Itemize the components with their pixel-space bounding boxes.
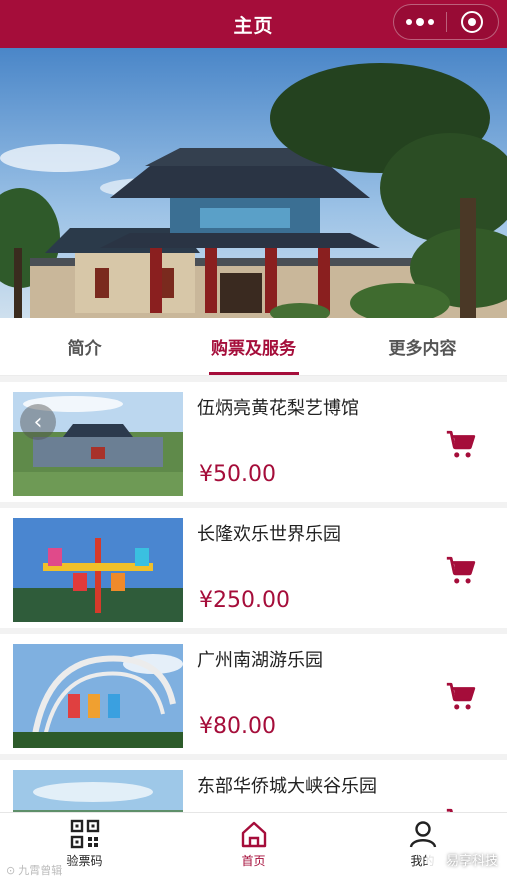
shopping-cart-icon[interactable] xyxy=(444,554,478,588)
tab-bar: 简介 购票及服务 更多内容 xyxy=(0,318,507,376)
more-dots-icon xyxy=(405,18,434,26)
tab-more-content[interactable]: 更多内容 xyxy=(338,318,507,375)
more-button[interactable] xyxy=(394,5,446,39)
nav-label: 验票码 xyxy=(66,854,103,868)
product-thumbnail xyxy=(13,644,183,748)
list-item[interactable]: 长隆欢乐世界乐园 ¥250.00 xyxy=(0,508,507,628)
title-bar: 主页 xyxy=(0,0,507,48)
product-price: ¥250.00 xyxy=(199,588,290,613)
product-name: 长隆欢乐世界乐园 xyxy=(197,524,341,545)
user-icon xyxy=(409,821,436,848)
page-title: 主页 xyxy=(233,14,274,37)
product-name: 伍炳亮黄花梨艺博馆 xyxy=(197,398,359,419)
watermark-logo-icon: ⊙ xyxy=(6,863,16,877)
product-name: 广州南湖游乐园 xyxy=(197,650,323,671)
close-button[interactable] xyxy=(447,5,499,39)
tab-intro[interactable]: 简介 xyxy=(0,318,169,375)
home-icon xyxy=(241,821,266,848)
target-icon xyxy=(461,11,484,33)
product-price: ¥80.00 xyxy=(199,714,276,739)
watermark-right-text: 易享科技 xyxy=(446,854,499,869)
nav-label: 首页 xyxy=(241,854,266,868)
tab-tickets-services[interactable]: 购票及服务 xyxy=(169,318,338,375)
mini-program-capsule xyxy=(393,4,499,40)
watermark-right: 易享科技 xyxy=(426,850,498,869)
product-price: ¥50.00 xyxy=(199,462,276,487)
bottom-nav: 验票码 首页 我的 xyxy=(0,812,507,881)
nav-home[interactable]: 首页 xyxy=(169,813,338,881)
product-thumbnail xyxy=(13,518,183,622)
watermark-left-text: 九霄曾辑 xyxy=(18,864,63,877)
shopping-cart-icon[interactable] xyxy=(444,428,478,462)
qr-code-icon xyxy=(70,819,99,849)
carousel-back-button[interactable]: ‹ xyxy=(20,404,56,440)
wechat-bubble-icon xyxy=(426,852,442,867)
shopping-cart-icon[interactable] xyxy=(444,680,478,714)
list-item[interactable]: 广州南湖游乐园 ¥80.00 xyxy=(0,634,507,754)
nav-mine[interactable]: 我的 xyxy=(338,813,507,881)
list-item[interactable]: ‹ 伍炳亮黄花梨艺博馆 ¥50.00 xyxy=(0,382,507,502)
watermark-left: ⊙ 九霄曾辑 xyxy=(6,862,62,878)
product-name: 东部华侨城大峡谷乐园 xyxy=(197,776,377,797)
banner-image xyxy=(0,48,507,318)
